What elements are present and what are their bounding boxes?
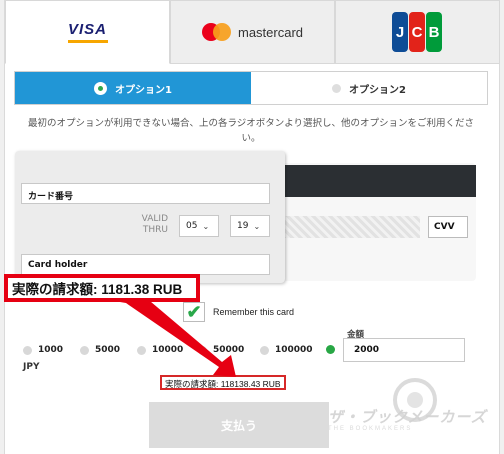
watermark-subtext: THE BOOKMAKERS <box>328 426 413 432</box>
jcb-logo-c: C <box>409 12 425 52</box>
amount-label: 100000 <box>275 345 313 355</box>
amount-option[interactable]: 100000 <box>260 345 313 355</box>
amount-option[interactable]: 10000 <box>137 345 183 355</box>
amount-label: 50000 <box>213 345 245 355</box>
radio-unselected-icon <box>23 345 32 355</box>
card-signature-strip <box>282 216 420 238</box>
radio-selected-icon <box>94 81 108 95</box>
card-number-field[interactable]: カード番号 <box>21 183 270 204</box>
amount-label: 1000 <box>38 345 64 355</box>
cardholder-field[interactable]: Card holder <box>21 254 270 275</box>
radio-unselected-icon <box>332 83 342 93</box>
expiry-year-value: 19 <box>237 221 249 231</box>
radio-selected-icon <box>326 345 335 354</box>
mastercard-logo: mastercard <box>201 23 304 41</box>
valid-thru-label: VALID THRU <box>141 214 168 235</box>
jcb-logo-b: B <box>426 12 442 52</box>
radio-unselected-icon <box>198 345 207 355</box>
amount-option[interactable]: 50000 <box>198 345 244 355</box>
watermark-logo: ザ・ブックメーカーズ THE BOOKMAKERS <box>320 372 500 452</box>
jcb-logo-j: J <box>392 12 408 52</box>
expiry-month-value: 05 <box>186 221 198 231</box>
visa-logo: VISA <box>53 15 123 49</box>
visa-logo-bar <box>67 40 108 43</box>
expiry-year-select[interactable]: 19 ⌄ <box>230 215 270 237</box>
remember-checkbox[interactable]: ✔ <box>183 302 205 322</box>
option2-radio-tab[interactable]: オプション2 <box>251 72 487 104</box>
tab-visa[interactable]: VISA <box>5 0 170 64</box>
pay-button[interactable]: 支払う <box>149 402 329 448</box>
remember-card-row[interactable]: ✔ Remember this card <box>183 302 294 322</box>
checkmark-icon: ✔ <box>186 302 202 322</box>
actual-charge-text: 実際の請求額: 118138.43 RUB <box>160 375 286 390</box>
visa-logo-text: VISA <box>67 21 107 38</box>
watermark-text: ザ・ブックメーカーズ <box>328 409 487 426</box>
amount-label: 10000 <box>152 345 184 355</box>
expiry-month-select[interactable]: 05 ⌄ <box>179 215 219 237</box>
mastercard-circles-icon <box>201 23 232 41</box>
cvv-field[interactable]: CVV <box>428 216 468 238</box>
option1-radio-tab[interactable]: オプション1 <box>15 72 251 104</box>
tab-mastercard[interactable]: mastercard <box>170 0 335 64</box>
tab-jcb[interactable]: J C B <box>335 0 500 64</box>
option-notice: 最初のオプションが利用できない場合、上の各ラジオボタンより選択し、他のオプション… <box>27 118 475 144</box>
mastercard-orange-circle <box>212 23 231 41</box>
amount-option[interactable]: 1000 <box>23 345 63 355</box>
amount-option[interactable]: 5000 <box>80 345 120 355</box>
mastercard-logo-text: mastercard <box>237 24 304 40</box>
option2-label: オプション2 <box>349 84 406 96</box>
payment-option-bar: オプション1 オプション2 <box>14 71 488 105</box>
currency-label: JPY <box>23 362 40 372</box>
jcb-logo: J C B <box>392 12 443 52</box>
remember-label: Remember this card <box>213 307 295 317</box>
chevron-down-icon: ⌄ <box>202 221 210 231</box>
option1-label: オプション1 <box>115 84 172 96</box>
radio-unselected-icon <box>260 345 269 355</box>
radio-unselected-icon <box>137 345 146 355</box>
amount-label: 5000 <box>95 345 121 355</box>
chevron-down-icon: ⌄ <box>253 221 261 231</box>
amount-input[interactable]: 2000 <box>343 338 465 362</box>
payment-page: VISA mastercard J C B オプション1 オプション2 最初のオ… <box>0 0 504 454</box>
annotation-callout: 実際の請求額: 1181.38 RUB <box>4 274 200 302</box>
amount-option-selected[interactable] <box>326 345 341 354</box>
radio-unselected-icon <box>80 345 89 355</box>
